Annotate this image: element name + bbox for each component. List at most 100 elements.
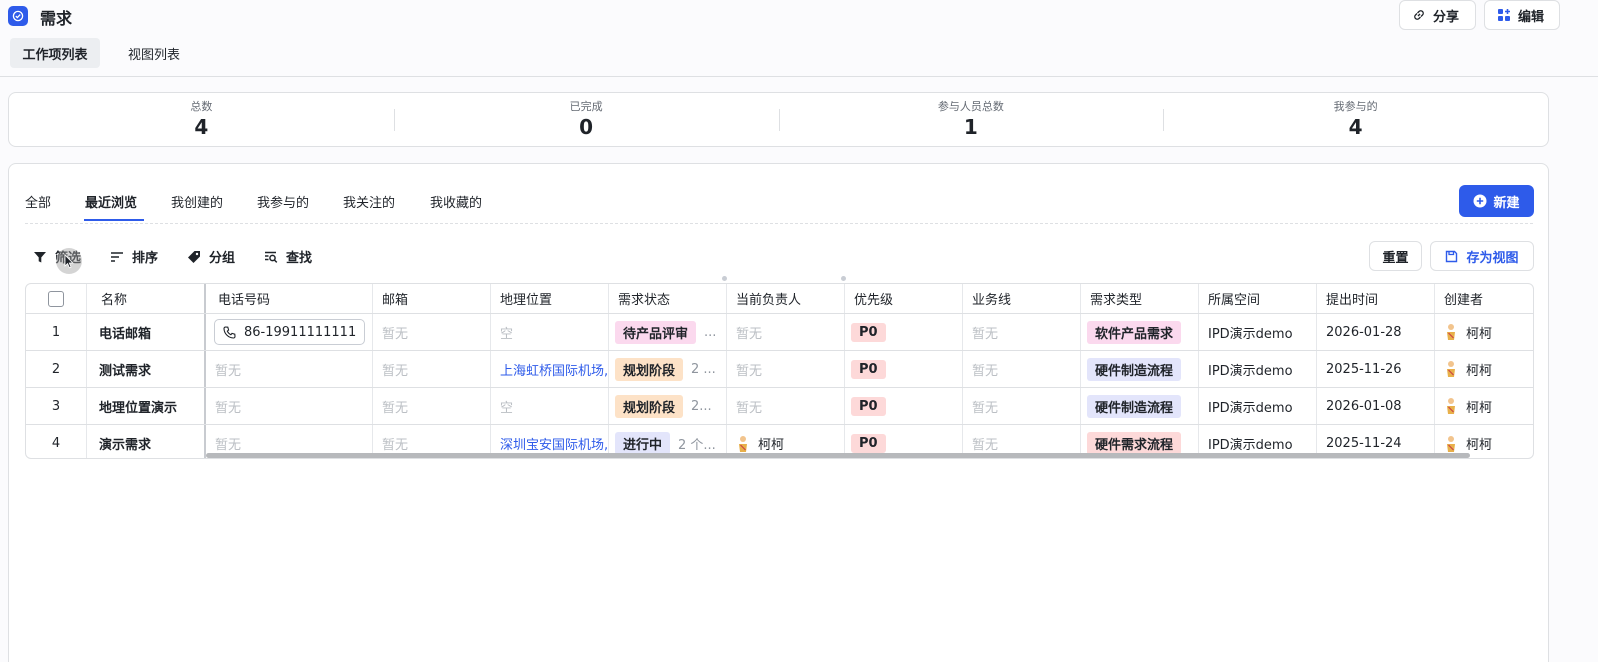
- avatar: [739, 435, 747, 452]
- phone-icon: [223, 325, 236, 339]
- type-badge: 硬件制造流程: [1087, 394, 1182, 418]
- space-cell[interactable]: IPD演示demo: [1199, 388, 1317, 424]
- email-cell[interactable]: 暂无: [373, 314, 491, 350]
- page-title: 需求: [40, 9, 73, 28]
- type-badge: 硬件需求流程: [1087, 432, 1182, 455]
- phone-cell[interactable]: 86-19911111111: [206, 314, 373, 350]
- status-cell[interactable]: 规划阶段 2...: [609, 388, 727, 424]
- email-cell[interactable]: 暂无: [373, 351, 491, 387]
- space-cell[interactable]: IPD演示demo: [1199, 314, 1317, 350]
- column-header[interactable]: 需求类型: [1081, 284, 1199, 313]
- grid-plus-icon: [1498, 9, 1510, 21]
- stats-card: 总数 4 已完成 0 参与人员总数 1 我参与的 4: [8, 92, 1549, 147]
- creator-name: 柯柯: [1466, 326, 1493, 342]
- location-cell[interactable]: 空: [491, 314, 609, 350]
- creator-cell[interactable]: 柯柯: [1435, 351, 1533, 387]
- select-all-checkbox[interactable]: [48, 290, 64, 307]
- column-header[interactable]: 地理位置: [491, 284, 609, 313]
- date-cell[interactable]: 2025-11-26: [1317, 351, 1435, 387]
- table-row[interactable]: 2 测试需求 暂无 暂无 上海虹桥国际机场, 规划阶段 2 ... 暂无 P0 …: [26, 351, 1533, 388]
- email-cell[interactable]: 暂无: [373, 388, 491, 424]
- column-header[interactable]: 需求状态: [609, 284, 727, 313]
- row-number: 4: [26, 425, 87, 458]
- location-cell[interactable]: 空: [491, 388, 609, 424]
- table-row[interactable]: 1 电话邮箱 86-19911111111 暂无 空 待产品评审 ... 暂无 …: [26, 314, 1533, 351]
- sort-icon: [111, 251, 123, 262]
- share-button[interactable]: 分享: [1399, 0, 1476, 30]
- owner-cell[interactable]: 暂无: [727, 314, 845, 350]
- save-view-button[interactable]: 存为视图: [1430, 241, 1534, 271]
- column-header[interactable]: 名称: [87, 284, 206, 313]
- status-extra: 2...: [691, 398, 712, 414]
- view-tab-followed[interactable]: 我关注的: [343, 192, 395, 211]
- plus-circle-icon: [1473, 194, 1487, 208]
- edit-button[interactable]: 编辑: [1484, 0, 1560, 30]
- view-tab-participated[interactable]: 我参与的: [257, 192, 309, 211]
- column-resize-handle[interactable]: [722, 276, 727, 281]
- view-tab-all[interactable]: 全部: [25, 192, 51, 211]
- row-number: 1: [26, 314, 87, 350]
- stat-mine: 我参与的 4: [1163, 93, 1548, 146]
- item-name[interactable]: 测试需求: [87, 351, 206, 387]
- column-header[interactable]: 提出时间: [1317, 284, 1435, 313]
- date-cell[interactable]: 2026-01-28: [1317, 314, 1435, 350]
- business-line-cell[interactable]: 暂无: [963, 351, 1081, 387]
- stat-value: 0: [579, 115, 594, 139]
- view-tab-created[interactable]: 我创建的: [171, 192, 223, 211]
- owner-cell[interactable]: 暂无: [727, 351, 845, 387]
- space-cell[interactable]: IPD演示demo: [1199, 351, 1317, 387]
- stat-completed: 已完成 0: [393, 93, 779, 146]
- new-button[interactable]: 新建: [1459, 185, 1534, 217]
- item-name[interactable]: 电话邮箱: [87, 314, 206, 350]
- type-cell[interactable]: 硬件制造流程: [1081, 351, 1199, 387]
- sort-button[interactable]: 排序: [110, 247, 158, 266]
- column-header[interactable]: 所属空间: [1199, 284, 1317, 313]
- share-label: 分享: [1433, 9, 1460, 25]
- table-row[interactable]: 3 地理位置演示 暂无 暂无 空 规划阶段 2... 暂无 P0 暂无 硬件制造…: [26, 388, 1533, 425]
- tag-icon: [188, 250, 200, 263]
- stat-value: 1: [963, 115, 978, 139]
- column-header[interactable]: 业务线: [963, 284, 1081, 313]
- business-line-cell[interactable]: 暂无: [963, 388, 1081, 424]
- creator-cell[interactable]: 柯柯: [1435, 388, 1533, 424]
- status-extra: ...: [704, 324, 717, 340]
- find-button[interactable]: 查找: [264, 247, 312, 266]
- phone-cell[interactable]: 暂无: [206, 388, 373, 424]
- status-cell[interactable]: 规划阶段 2 ...: [609, 351, 727, 387]
- location-cell[interactable]: 上海虹桥国际机场,: [491, 351, 609, 387]
- phone-field[interactable]: 86-19911111111: [214, 319, 366, 345]
- column-header[interactable]: 优先级: [845, 284, 963, 313]
- item-name[interactable]: 地理位置演示: [87, 388, 206, 424]
- column-header[interactable]: 电话号码: [206, 284, 373, 313]
- column-header[interactable]: 当前负责人: [727, 284, 845, 313]
- stat-label: 参与人员总数: [937, 100, 1004, 113]
- column-resize-handle[interactable]: [841, 276, 846, 281]
- date-cell[interactable]: 2026-01-08: [1317, 388, 1435, 424]
- type-badge: 软件产品需求: [1087, 320, 1182, 344]
- column-header[interactable]: 邮箱: [373, 284, 491, 313]
- priority-cell[interactable]: P0: [845, 388, 963, 424]
- tab-work-items[interactable]: 工作项列表: [10, 38, 100, 68]
- tab-view-list[interactable]: 视图列表: [112, 38, 196, 68]
- active-tab-indicator: [84, 219, 144, 221]
- find-label: 查找: [286, 251, 313, 266]
- owner-cell[interactable]: 暂无: [727, 388, 845, 424]
- phone-cell[interactable]: 暂无: [206, 351, 373, 387]
- reset-button[interactable]: 重置: [1369, 241, 1422, 271]
- business-line-cell[interactable]: 暂无: [963, 314, 1081, 350]
- type-cell[interactable]: 软件产品需求: [1081, 314, 1199, 350]
- group-button[interactable]: 分组: [187, 247, 235, 266]
- view-tab-favorited[interactable]: 我收藏的: [430, 192, 482, 211]
- status-cell[interactable]: 待产品评审 ...: [609, 314, 727, 350]
- link-icon: [1414, 10, 1424, 20]
- priority-cell[interactable]: P0: [845, 351, 963, 387]
- creator-cell[interactable]: 柯柯: [1435, 314, 1533, 350]
- type-cell[interactable]: 硬件制造流程: [1081, 388, 1199, 424]
- phone-value: 86-19911111111: [244, 324, 357, 340]
- column-header[interactable]: 创建者: [1435, 284, 1533, 313]
- stat-value: 4: [1348, 115, 1363, 139]
- view-tab-recent[interactable]: 最近浏览: [85, 192, 137, 211]
- horizontal-scrollbar[interactable]: [206, 453, 1470, 458]
- priority-cell[interactable]: P0: [845, 314, 963, 350]
- item-name[interactable]: 演示需求: [87, 425, 206, 458]
